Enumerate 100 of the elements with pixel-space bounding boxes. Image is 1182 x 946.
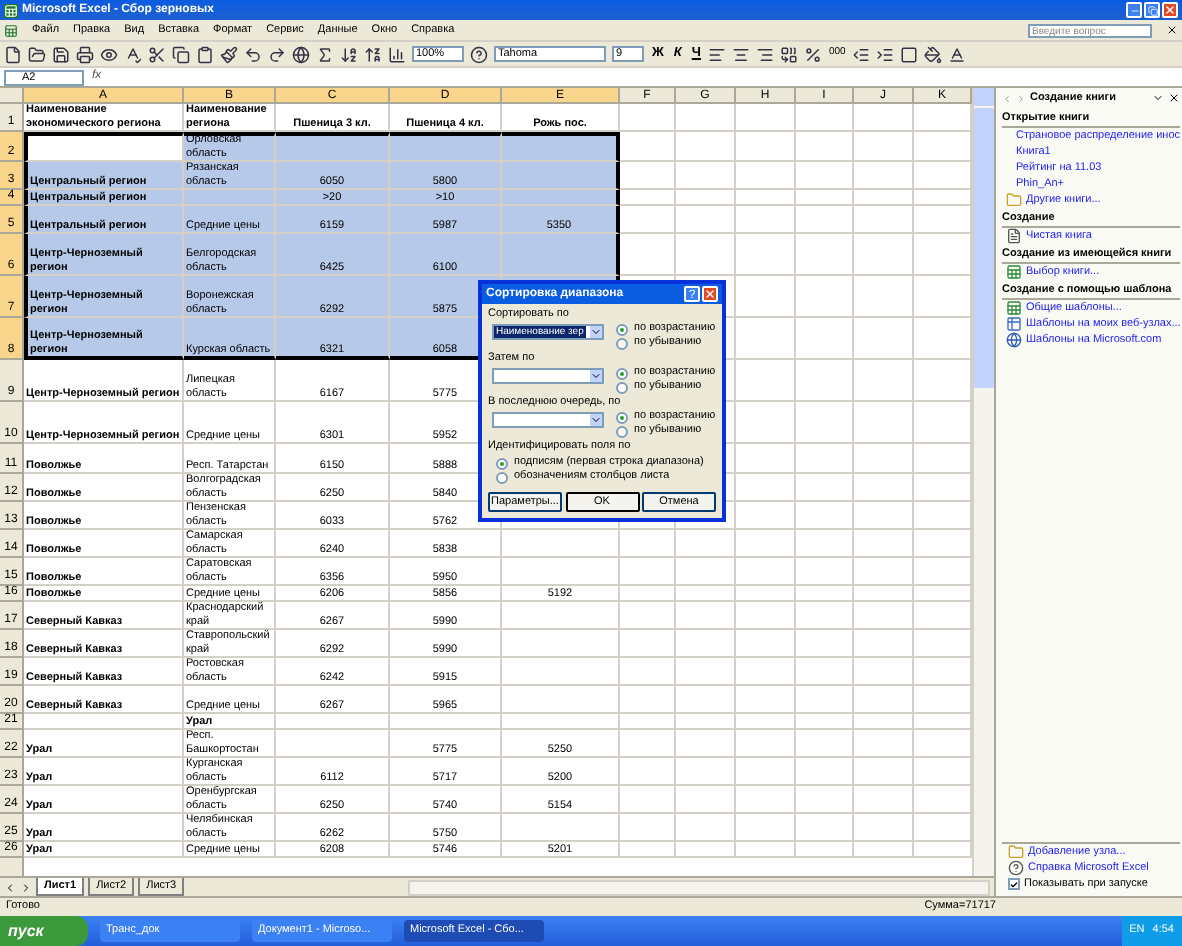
vertical-scrollbar[interactable] <box>972 88 994 876</box>
radio-button[interactable] <box>616 367 628 379</box>
dropdown-icon[interactable] <box>1152 92 1165 104</box>
radio-button[interactable] <box>616 337 628 349</box>
format-painter-icon[interactable] <box>220 45 238 63</box>
table-cell <box>620 206 676 234</box>
table-cell <box>854 360 914 402</box>
folder-icon <box>1008 844 1024 860</box>
sort-field-dropdown[interactable] <box>492 412 604 428</box>
table-cell <box>276 730 390 758</box>
open-icon[interactable] <box>28 45 46 63</box>
table-cell <box>854 206 914 234</box>
radio-button[interactable] <box>616 381 628 393</box>
help-icon[interactable] <box>470 45 488 63</box>
table-cell <box>796 730 854 758</box>
next-sheet-icon[interactable] <box>20 881 32 893</box>
first-sheet-icon[interactable] <box>4 881 16 893</box>
table-cell <box>676 162 736 190</box>
copy-icon[interactable] <box>172 45 190 63</box>
checkbox[interactable] <box>1008 878 1020 890</box>
font-color-icon[interactable] <box>947 45 966 63</box>
print-icon[interactable] <box>76 45 94 63</box>
table-cell <box>796 206 854 234</box>
preview-icon[interactable] <box>100 45 118 63</box>
table-cell <box>736 104 796 132</box>
table-cell <box>796 530 854 558</box>
dropdown-arrow-icon[interactable] <box>590 414 602 426</box>
decrease-indent-icon[interactable] <box>851 45 870 63</box>
increase-indent-icon[interactable] <box>875 45 894 63</box>
table-cell <box>854 132 914 162</box>
align-center-icon[interactable] <box>732 45 751 63</box>
table-cell <box>676 206 736 234</box>
table-cell <box>796 474 854 502</box>
redo-icon[interactable] <box>268 45 286 63</box>
chart-icon[interactable] <box>388 45 406 63</box>
table-cell <box>854 276 914 318</box>
cut-icon[interactable] <box>148 45 166 63</box>
sort-field-dropdown[interactable] <box>492 368 604 384</box>
table-cell <box>796 104 854 132</box>
borders-icon[interactable] <box>899 45 918 63</box>
radio-button[interactable] <box>496 457 508 469</box>
table-cell <box>620 658 676 686</box>
table-cell <box>620 132 676 162</box>
spelling-icon[interactable] <box>124 45 142 63</box>
table-cell <box>854 318 914 360</box>
fill-color-icon[interactable] <box>923 45 942 63</box>
radio-button[interactable] <box>496 471 508 483</box>
percent-icon[interactable] <box>804 45 823 63</box>
table-cell <box>676 658 736 686</box>
paste-icon[interactable] <box>196 45 214 63</box>
horizontal-scrollbar[interactable] <box>408 879 990 895</box>
autosum-icon[interactable] <box>316 45 334 63</box>
dropdown-arrow-icon[interactable] <box>590 326 602 338</box>
table-cell <box>676 602 736 630</box>
page-icon <box>1006 228 1022 244</box>
new-file-icon[interactable] <box>4 45 22 63</box>
table-cell <box>620 814 676 842</box>
table-cell <box>796 318 854 360</box>
help-icon <box>1008 860 1024 876</box>
table-cell <box>854 234 914 276</box>
table-cell <box>676 686 736 714</box>
table-cell <box>620 104 676 132</box>
globe-icon <box>1006 332 1022 348</box>
align-right-icon[interactable] <box>756 45 775 63</box>
table-cell <box>736 318 796 360</box>
close-window-icon[interactable] <box>1166 24 1178 36</box>
table-cell <box>796 814 854 842</box>
radio-button[interactable] <box>616 411 628 423</box>
spreadsheet-icon <box>1006 264 1022 280</box>
undo-icon[interactable] <box>244 45 262 63</box>
table-cell <box>854 630 914 658</box>
radio-button[interactable] <box>616 425 628 437</box>
align-left-icon[interactable] <box>708 45 727 63</box>
table-cell <box>502 558 620 586</box>
table-cell <box>502 686 620 714</box>
table-cell <box>736 360 796 402</box>
table-cell <box>854 658 914 686</box>
sort-ascending-icon[interactable] <box>340 45 358 63</box>
dropdown-arrow-icon[interactable] <box>590 370 602 382</box>
table-cell <box>854 162 914 190</box>
table-cell <box>620 730 676 758</box>
table-cell <box>620 530 676 558</box>
table-cell <box>502 814 620 842</box>
start-button[interactable]: пуск <box>0 916 88 946</box>
minimize-button[interactable] <box>1126 2 1142 18</box>
save-icon[interactable] <box>52 45 70 63</box>
table-cell <box>676 530 736 558</box>
hyperlink-icon[interactable] <box>292 45 310 63</box>
table-cell <box>620 558 676 586</box>
table-cell <box>502 530 620 558</box>
sort-descending-icon[interactable] <box>364 45 382 63</box>
scroll-thumb[interactable] <box>974 108 994 388</box>
radio-button[interactable] <box>616 323 628 335</box>
table-cell <box>854 502 914 530</box>
table-cell <box>736 132 796 162</box>
table-cell <box>620 234 676 276</box>
close-icon[interactable] <box>1168 92 1181 104</box>
table-cell <box>676 630 736 658</box>
merge-icon[interactable] <box>780 45 799 63</box>
workbook-icon[interactable] <box>4 23 18 37</box>
